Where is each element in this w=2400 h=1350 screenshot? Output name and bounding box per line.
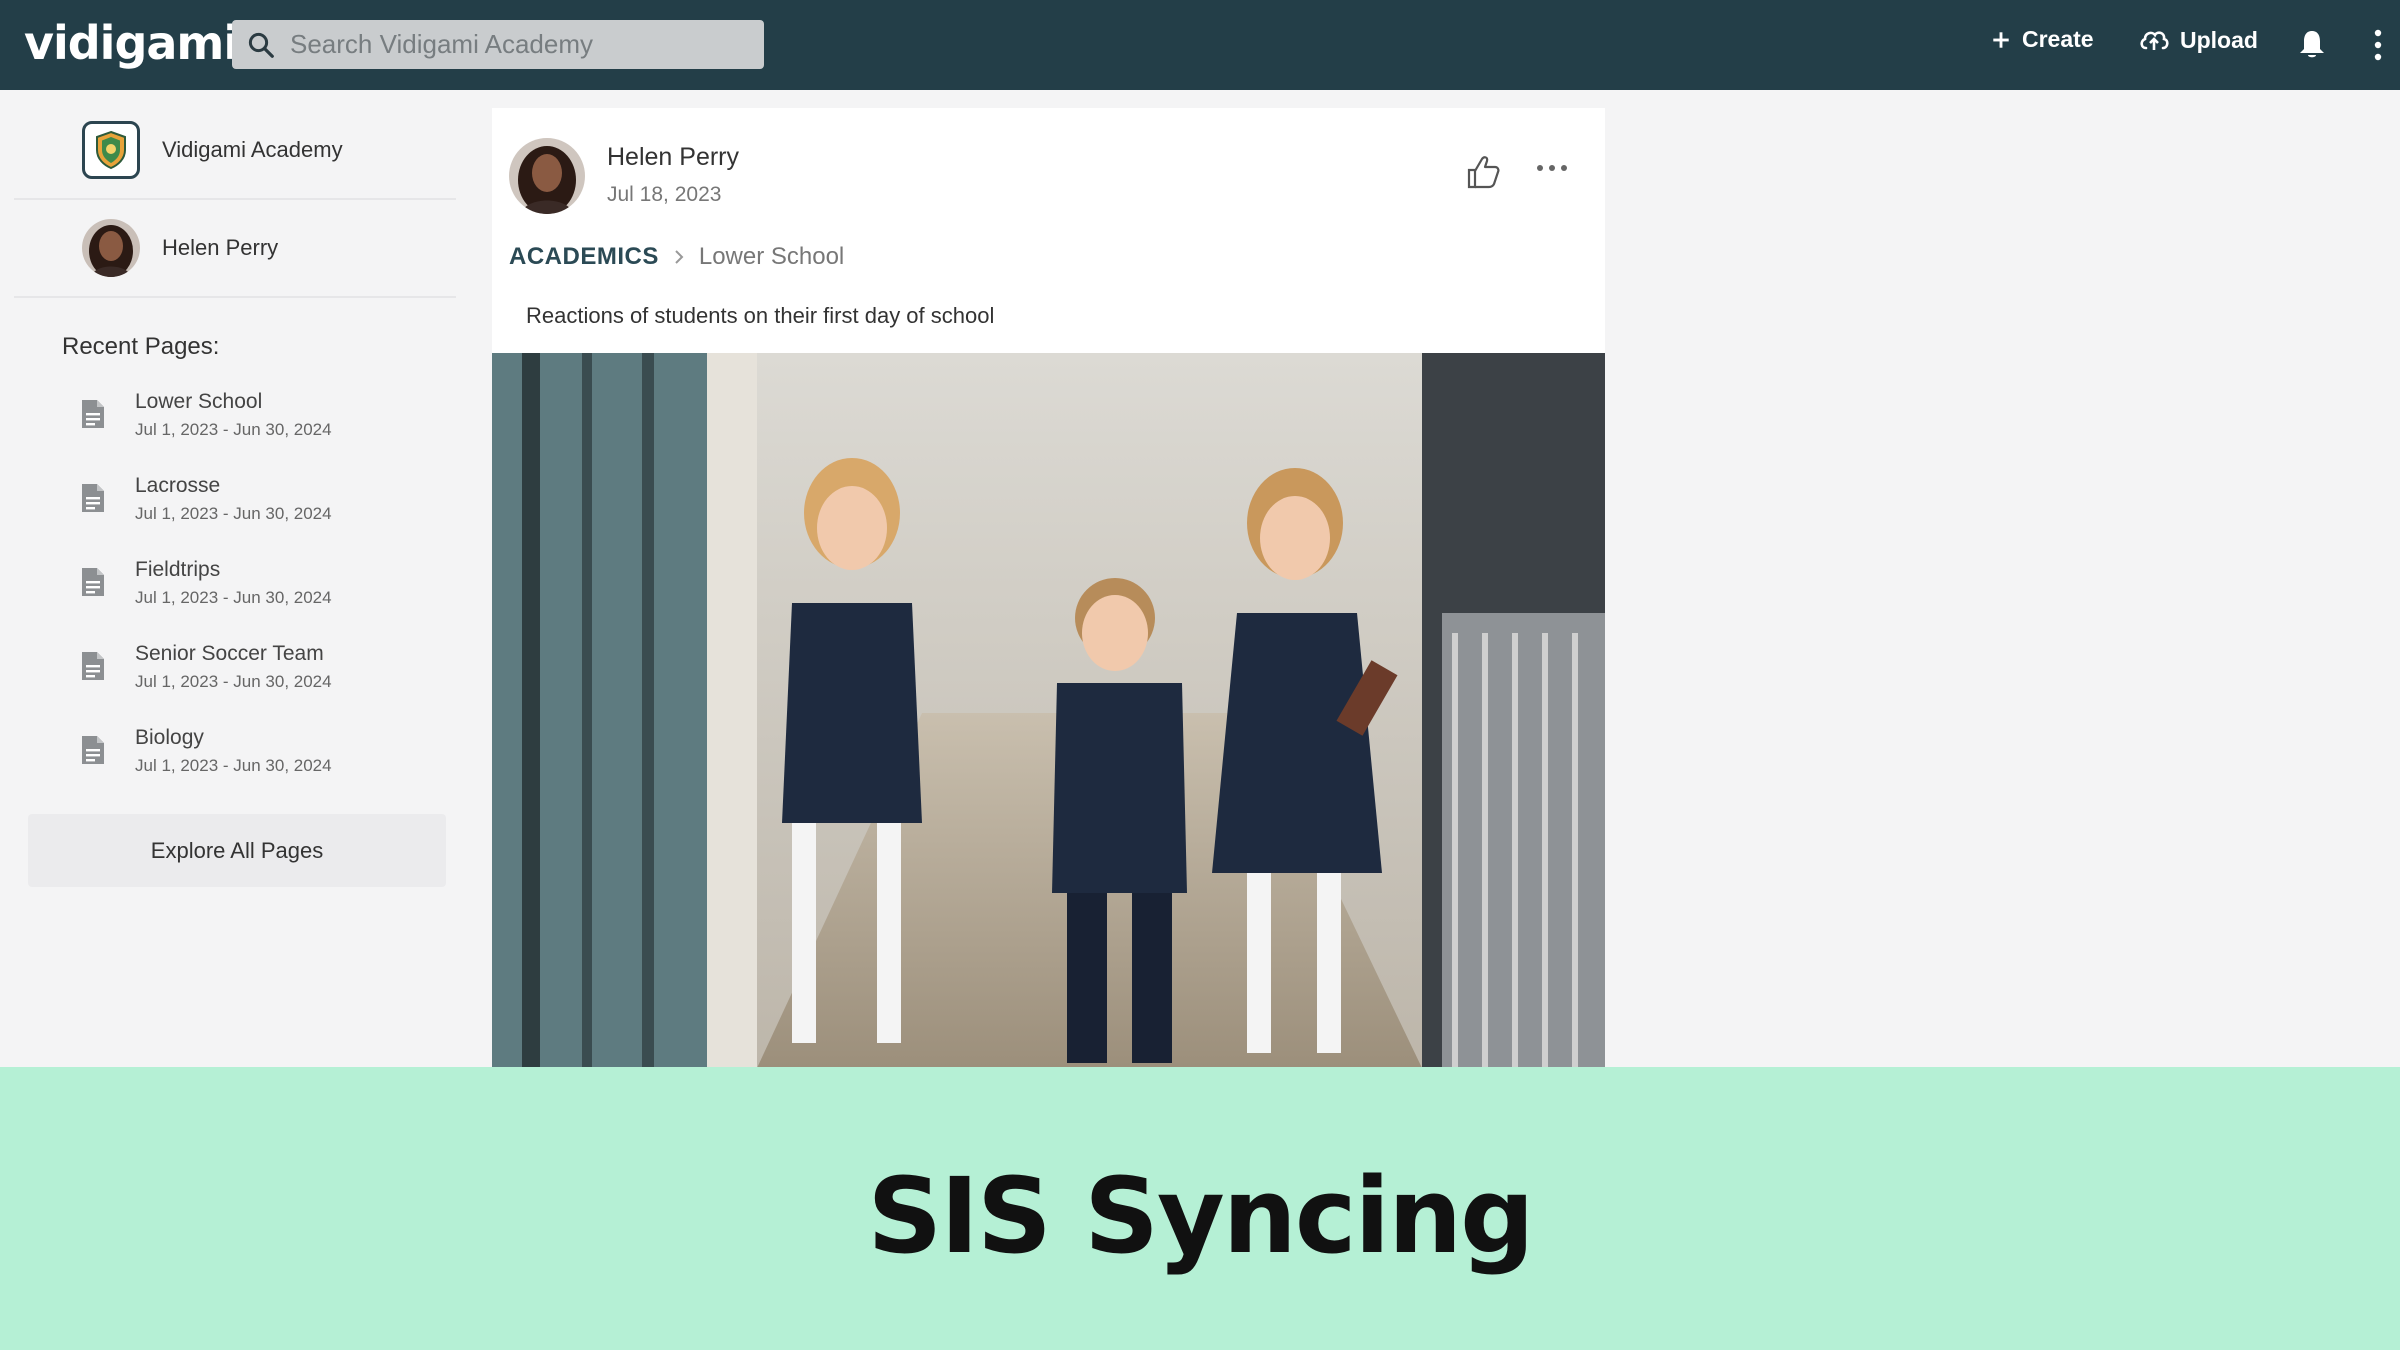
vidigami-logo[interactable]: vidigami — [24, 16, 239, 70]
chevron-right-icon — [675, 250, 684, 264]
recent-page-title: Fieldtrips — [135, 558, 221, 581]
upload-button[interactable]: Upload — [2138, 26, 2258, 54]
recent-page-date: Jul 1, 2023 - Jun 30, 2024 — [135, 756, 332, 775]
post-photo[interactable] — [492, 353, 1605, 1068]
document-icon — [82, 736, 104, 764]
sidebar-academy-link[interactable]: Vidigami Academy — [14, 102, 456, 200]
banner-title: SIS Syncing — [867, 1155, 1534, 1277]
upload-label: Upload — [2180, 26, 2258, 53]
recent-page-date: Jul 1, 2023 - Jun 30, 2024 — [135, 672, 332, 691]
sidebar-user-link[interactable]: Helen Perry — [14, 200, 456, 298]
post-date: Jul 18, 2023 — [607, 183, 722, 206]
explore-all-pages-button[interactable]: Explore All Pages — [28, 814, 446, 887]
breadcrumb-lower-school[interactable]: Lower School — [699, 243, 844, 271]
cloud-upload-icon — [2140, 31, 2169, 50]
post-card: Helen Perry Jul 18, 2023 ACADEMICS Lower… — [492, 108, 1605, 1068]
recent-page-item[interactable]: Fieldtrips Jul 1, 2023 - Jun 30, 2024 — [80, 558, 440, 618]
recent-page-item[interactable]: Senior Soccer Team Jul 1, 2023 - Jun 30,… — [80, 642, 440, 702]
academy-crest-icon — [82, 121, 140, 179]
top-navigation-bar: vidigami Create Upload — [0, 0, 2400, 90]
document-icon — [82, 400, 104, 428]
post-author-name[interactable]: Helen Perry — [607, 143, 739, 172]
recent-page-item[interactable]: Lower School Jul 1, 2023 - Jun 30, 2024 — [80, 390, 440, 450]
sidebar: Vidigami Academy Helen Perry Recent Page… — [0, 90, 470, 1067]
more-vertical-icon[interactable] — [2372, 28, 2384, 62]
document-icon — [82, 484, 104, 512]
recent-page-title: Lower School — [135, 390, 263, 413]
document-icon — [82, 568, 104, 596]
plus-icon — [1993, 31, 2009, 48]
post-caption: Reactions of students on their first day… — [526, 303, 995, 328]
recent-page-date: Jul 1, 2023 - Jun 30, 2024 — [135, 504, 332, 523]
create-label: Create — [2022, 26, 2094, 52]
breadcrumb-academics[interactable]: ACADEMICS — [509, 243, 659, 271]
recent-pages-heading: Recent Pages: — [62, 333, 220, 360]
recent-page-title: Biology — [135, 726, 204, 749]
recent-page-date: Jul 1, 2023 - Jun 30, 2024 — [135, 588, 332, 607]
recent-page-title: Senior Soccer Team — [135, 642, 324, 665]
user-name: Helen Perry — [162, 235, 279, 260]
user-avatar — [82, 219, 140, 277]
more-horizontal-icon[interactable] — [1536, 163, 1568, 173]
recent-page-date: Jul 1, 2023 - Jun 30, 2024 — [135, 420, 332, 439]
bell-icon[interactable] — [2298, 28, 2326, 60]
search-box[interactable] — [232, 20, 764, 69]
academy-name: Vidigami Academy — [162, 137, 343, 162]
document-icon — [82, 652, 104, 680]
create-button[interactable]: Create — [1990, 26, 2094, 53]
recent-page-title: Lacrosse — [135, 474, 221, 497]
author-avatar[interactable] — [509, 138, 585, 214]
search-input[interactable] — [290, 29, 730, 60]
thumbs-up-icon[interactable] — [1464, 153, 1502, 191]
feature-banner: SIS Syncing — [0, 1067, 2400, 1350]
recent-page-item[interactable]: Lacrosse Jul 1, 2023 - Jun 30, 2024 — [80, 474, 440, 534]
search-icon — [248, 32, 274, 58]
recent-page-item[interactable]: Biology Jul 1, 2023 - Jun 30, 2024 — [80, 726, 440, 786]
breadcrumb: ACADEMICS Lower School — [509, 243, 844, 271]
